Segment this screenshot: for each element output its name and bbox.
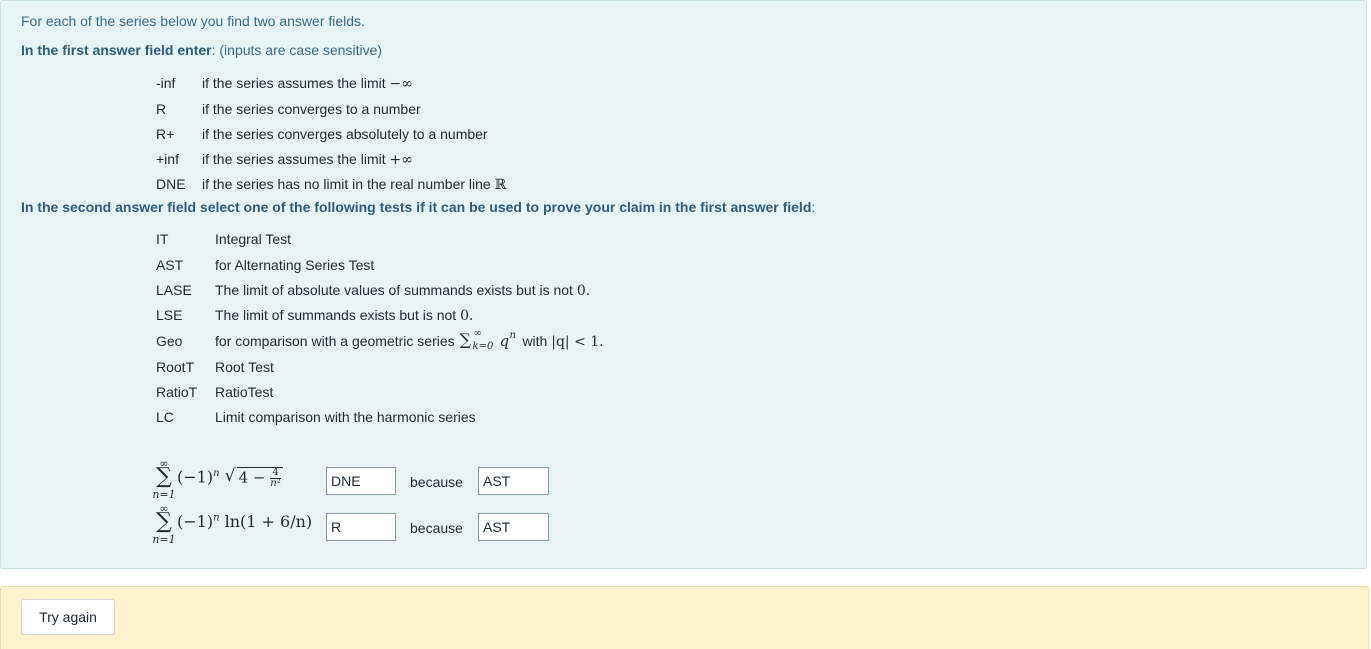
alternating-factor: (−1) — [177, 512, 214, 531]
test-code: LASE — [156, 282, 192, 298]
code-description: if the series assumes the limit +∞ — [202, 149, 413, 170]
intro-text: For each of the series below you find tw… — [21, 13, 365, 29]
code-description-text: if the series assumes the limit — [202, 75, 386, 91]
test-description: The limit of summands exists but is not … — [215, 305, 473, 326]
test-description-text: The limit of summands exists but is not — [215, 307, 457, 323]
series-1-test-input[interactable] — [478, 467, 549, 495]
series-2-term: (−1)n ln(1 + 6/n) — [177, 512, 312, 531]
sum-sigma: ∑ — [156, 509, 172, 534]
code-description: if the series converges to a number — [202, 101, 421, 117]
code-label: R+ — [156, 126, 175, 142]
test-code: RootT — [156, 359, 195, 375]
neg-infinity-symbol: −∞ — [389, 76, 413, 92]
sqrt-radicand: 4 − 4 n² — [236, 467, 283, 489]
with-text: with — [522, 333, 548, 349]
try-again-button[interactable]: Try again — [21, 599, 115, 635]
test-description: Root Test — [215, 359, 274, 375]
zero-value: 0. — [460, 308, 474, 324]
test-description: Integral Test — [215, 231, 292, 247]
geometric-sum-formula: ∑ ∞ k=0 q n — [459, 328, 519, 352]
second-field-heading: In the second answer field select one of… — [21, 199, 815, 215]
series-2-because-text: because — [410, 520, 463, 536]
test-description-text: for comparison with a geometric series — [215, 333, 455, 349]
code-label: -inf — [156, 75, 176, 91]
test-code: AST — [156, 257, 184, 273]
code-description-text: if the series assumes the limit — [202, 151, 386, 167]
test-code: LC — [156, 409, 174, 425]
series-1-answer-input[interactable] — [326, 467, 396, 495]
series-1-because-text: because — [410, 474, 463, 490]
sum-sigma: ∑ — [156, 464, 172, 489]
zero-value: 0. — [576, 283, 591, 299]
q-variable: q — [499, 332, 510, 350]
sum-lower-limit: k=0 — [472, 341, 494, 352]
pos-infinity-symbol: +∞ — [389, 152, 413, 168]
abs-q-condition: |q| < 1. — [551, 334, 604, 350]
test-code: LSE — [156, 307, 183, 323]
test-description: for Alternating Series Test — [215, 257, 375, 273]
test-description: RatioTest — [215, 384, 274, 400]
code-label: R — [156, 101, 167, 117]
n-exponent: n — [509, 330, 516, 341]
question-panel: For each of the series below you find tw… — [0, 0, 1367, 569]
log-expression: ln(1 + 6/n) — [219, 512, 313, 531]
sum-symbol: ∑ — [459, 330, 471, 349]
test-description-text: The limit of absolute values of summands… — [215, 282, 573, 298]
code-description-text: if the series has no limit in the real n… — [202, 176, 491, 192]
first-field-heading-rest: : (inputs are case sensitive) — [211, 42, 383, 58]
code-label: +inf — [156, 151, 179, 167]
series-2-answer-input[interactable] — [326, 513, 396, 541]
test-code: Geo — [156, 333, 183, 349]
feedback-panel: Try again — [0, 586, 1369, 649]
code-description: if the series has no limit in the real n… — [202, 174, 506, 195]
sqrt-sign: √ — [224, 466, 236, 486]
test-code: IT — [156, 231, 169, 247]
first-field-heading: In the first answer field enter: (inputs… — [21, 42, 382, 58]
sum-lower-limit: n=1 — [152, 488, 176, 501]
test-code: RatioT — [156, 384, 198, 400]
real-numbers-symbol: ℝ — [494, 177, 507, 193]
second-field-heading-rest: : — [811, 199, 816, 215]
code-description: if the series assumes the limit −∞ — [202, 73, 413, 94]
test-description: for comparison with a geometric series ∑… — [215, 328, 604, 352]
sum-lower-limit: n=1 — [152, 533, 176, 546]
alternating-exponent: n — [213, 468, 220, 480]
first-field-heading-bold: In the first answer field enter — [21, 42, 212, 58]
code-label: DNE — [156, 176, 186, 192]
second-field-heading-bold: In the second answer field select one of… — [21, 199, 812, 215]
test-description: Limit comparison with the harmonic serie… — [215, 409, 476, 425]
alternating-factor: (−1) — [177, 467, 214, 487]
series-2-test-input[interactable] — [478, 513, 549, 541]
sqrt-expression: √ 4 − 4 n² — [224, 466, 283, 489]
series-1-term: (−1)n √ 4 − 4 n² — [177, 466, 283, 489]
test-description: The limit of absolute values of summands… — [215, 280, 590, 301]
code-description: if the series converges absolutely to a … — [202, 126, 488, 142]
